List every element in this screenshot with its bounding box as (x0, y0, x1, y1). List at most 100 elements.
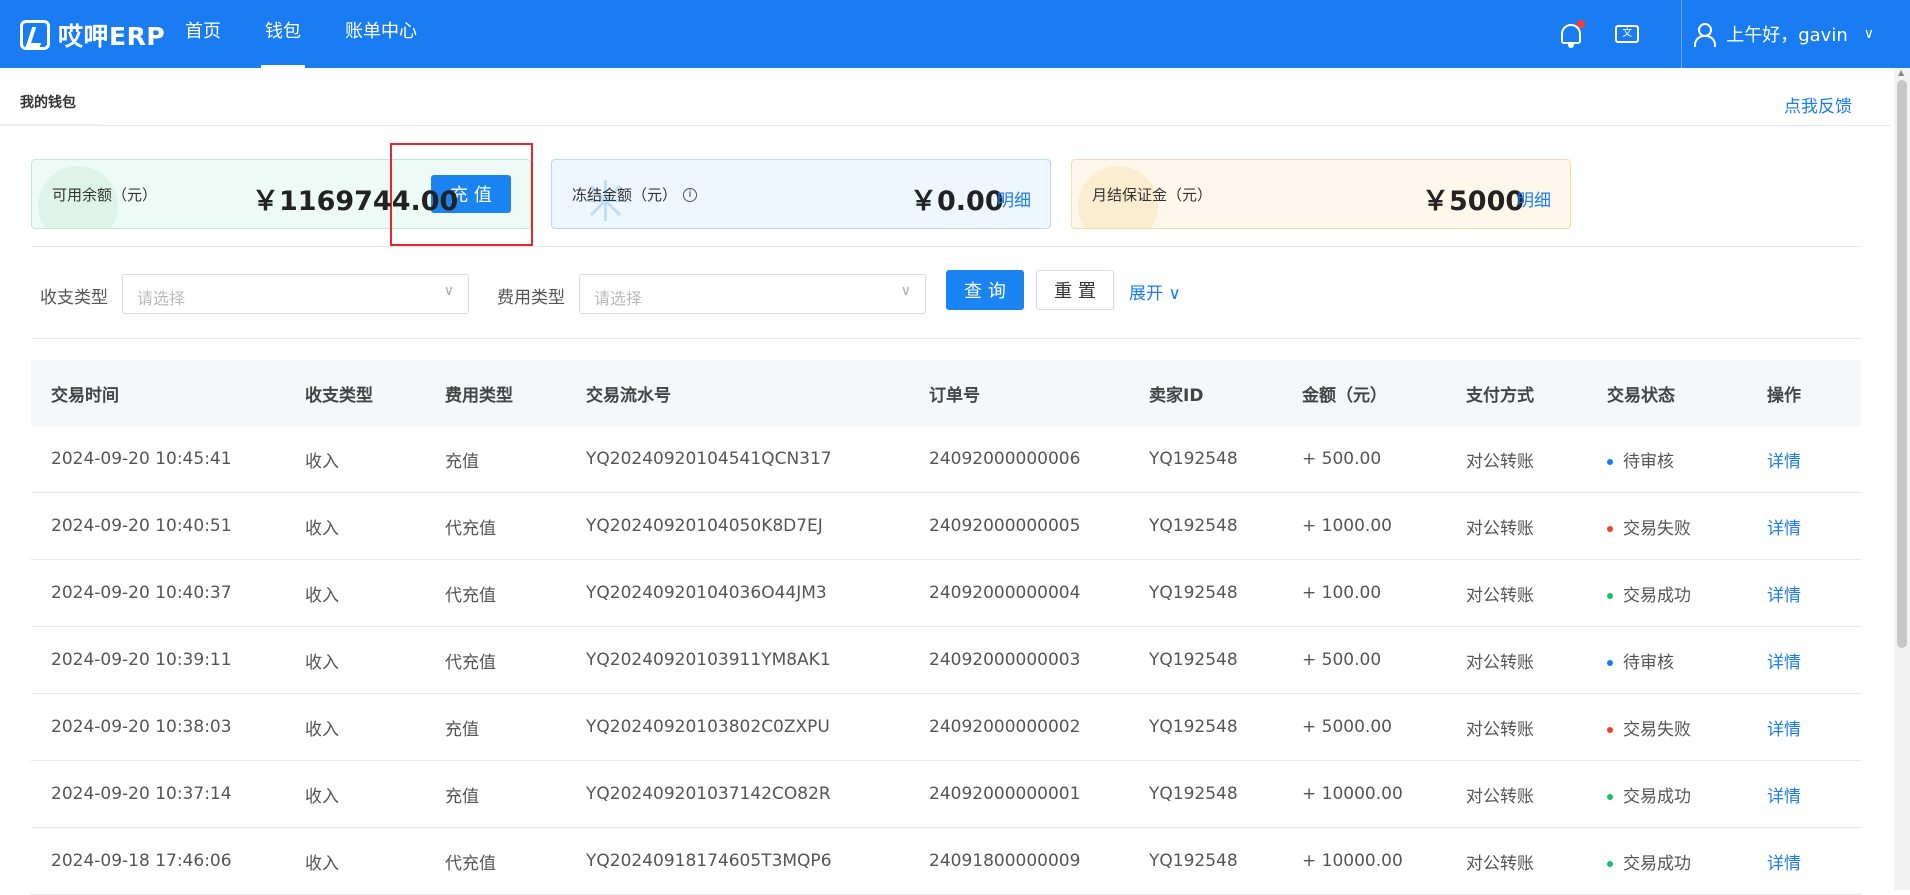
notification-button[interactable] (1543, 0, 1599, 68)
deposit-amount: ￥5000 (1422, 186, 1525, 217)
detail-link[interactable]: 详情 (1747, 648, 1861, 673)
header-actions: 文 上午好，gavin ∨ (1543, 0, 1910, 68)
cell-status: 待审核 (1587, 447, 1747, 472)
filter-divider (31, 338, 1861, 339)
cell-seller: YQ192548 (1149, 717, 1238, 737)
cell-fee-type: 充值 (445, 786, 479, 807)
cell-amount: + 10000.00 (1302, 784, 1403, 804)
status-text: 交易成功 (1623, 585, 1691, 606)
table-row: 2024-09-20 10:39:11 收入 代充值 YQ20240920103911… (31, 627, 1861, 694)
cell-fee-type: 充值 (445, 451, 479, 472)
cell-status: 待审核 (1587, 648, 1747, 673)
fee-type-select[interactable]: 请选择 ∨ (579, 274, 926, 314)
expand-label: 展开 (1129, 284, 1163, 304)
cell-seller: YQ192548 (1149, 583, 1238, 603)
cell-seller: YQ192548 (1149, 516, 1238, 536)
cell-fee-type: 代充值 (445, 853, 496, 874)
cell-time: 2024-09-18 17:46:06 (51, 851, 232, 871)
info-icon[interactable]: i (683, 188, 698, 202)
status-dot-icon (1607, 458, 1613, 465)
page-scrollbar[interactable]: ▲ (1894, 68, 1910, 890)
nav-item-home[interactable]: 首页 (163, 0, 243, 68)
detail-link[interactable]: 详情 (1747, 715, 1861, 740)
table-row: 2024-09-20 10:38:03 收入 充值 YQ20240920103802C… (31, 694, 1861, 761)
cell-payment: 对公转账 (1466, 451, 1534, 472)
frozen-amount-card: ✳ 冻结金额（元） i ￥0.00 明细 (551, 159, 1051, 229)
section-divider (31, 246, 1861, 247)
col-header-status: 交易状态 (1607, 385, 1675, 406)
col-header-serial: 交易流水号 (586, 385, 671, 406)
cell-time: 2024-09-20 10:40:51 (51, 516, 232, 536)
scrollbar-thumb[interactable] (1897, 80, 1907, 648)
frozen-amount-value: ￥0.00 (910, 186, 1004, 217)
cell-fee-type: 代充值 (445, 652, 496, 673)
status-dot-icon (1607, 860, 1613, 867)
app-logo[interactable]: 哎呷ERP (20, 18, 165, 52)
language-icon: 文 (1615, 25, 1640, 43)
frozen-detail-link[interactable]: 明细 (997, 186, 1031, 211)
col-header-seller: 卖家ID (1149, 385, 1204, 406)
scroll-up-icon[interactable]: ▲ (1898, 68, 1904, 77)
cell-order: 24092000000003 (929, 650, 1081, 670)
detail-link[interactable]: 详情 (1747, 849, 1861, 874)
cell-status: 交易失败 (1587, 715, 1747, 740)
col-header-fee-type: 费用类型 (445, 385, 513, 406)
fee-type-placeholder: 请选择 (594, 289, 643, 308)
cell-amount: + 1000.00 (1302, 516, 1392, 536)
frozen-amount-label: 冻结金额（元） i (572, 184, 698, 205)
income-type-select[interactable]: 请选择 ∨ (122, 274, 469, 314)
tab-my-wallet[interactable]: 我的钱包 (20, 92, 76, 112)
reset-button[interactable]: 重 置 (1036, 270, 1114, 310)
available-balance-label: 可用余额（元） (52, 185, 158, 204)
detail-link[interactable]: 详情 (1747, 581, 1861, 606)
fee-type-label: 费用类型 (497, 288, 565, 308)
income-type-placeholder: 请选择 (137, 289, 186, 308)
table-row: 2024-09-20 10:40:51 收入 代充值 YQ20240920104050… (31, 493, 1861, 560)
expand-filters-link[interactable]: 展开 ∨ (1129, 279, 1181, 304)
status-text: 交易成功 (1623, 853, 1691, 874)
cell-seller: YQ192548 (1149, 650, 1238, 670)
table-body: 2024-09-20 10:45:41 收入 充值 YQ20240920104541Q… (31, 426, 1861, 895)
cell-time: 2024-09-20 10:37:14 (51, 784, 232, 804)
cell-payment: 对公转账 (1466, 518, 1534, 539)
language-button[interactable]: 文 (1599, 0, 1655, 68)
cell-seller: YQ192548 (1149, 784, 1238, 804)
chevron-down-icon: ∨ (900, 283, 911, 299)
status-dot-icon (1607, 659, 1613, 666)
cell-time: 2024-09-20 10:39:11 (51, 650, 232, 670)
col-header-time: 交易时间 (51, 385, 119, 406)
frozen-amount-label-text: 冻结金额（元） (572, 185, 678, 204)
chevron-down-icon: ∨ (1863, 26, 1874, 42)
cell-fee-type: 代充值 (445, 585, 496, 606)
cell-fee-type: 代充值 (445, 518, 496, 539)
chevron-down-icon: ∨ (1168, 284, 1181, 304)
cell-payment: 对公转账 (1466, 585, 1534, 606)
cell-time: 2024-09-20 10:38:03 (51, 717, 232, 737)
user-icon (1694, 23, 1717, 47)
page-tab-bar: 我的钱包 点我反馈 (0, 68, 1890, 126)
main-nav: 首页 钱包 账单中心 (163, 0, 439, 68)
detail-link[interactable]: 详情 (1747, 447, 1861, 472)
deposit-card: 月结保证金（元） ￥5000 明细 (1071, 159, 1571, 229)
detail-link[interactable]: 详情 (1747, 782, 1861, 807)
deposit-detail-link[interactable]: 明细 (1517, 186, 1551, 211)
available-balance-amount: ￥1169744.00 (252, 186, 459, 217)
table-header: 交易时间 收支类型 费用类型 交易流水号 订单号 卖家ID 金额（元） 支付方式… (31, 360, 1861, 426)
cell-seller: YQ192548 (1149, 851, 1238, 871)
cell-payment: 对公转账 (1466, 719, 1534, 740)
nav-item-bill-center[interactable]: 账单中心 (323, 0, 439, 68)
cell-order: 24092000000004 (929, 583, 1081, 603)
cell-fee-type: 充值 (445, 719, 479, 740)
cell-time: 2024-09-20 10:45:41 (51, 449, 232, 469)
cell-io-type: 收入 (305, 853, 339, 874)
feedback-link[interactable]: 点我反馈 (1784, 92, 1852, 117)
query-button[interactable]: 查 询 (946, 270, 1024, 310)
cell-seller: YQ192548 (1149, 449, 1238, 469)
user-menu[interactable]: 上午好，gavin ∨ (1694, 21, 1910, 47)
cell-order: 24092000000005 (929, 516, 1081, 536)
nav-item-wallet[interactable]: 钱包 (243, 0, 323, 68)
cell-order: 24092000000002 (929, 717, 1081, 737)
detail-link[interactable]: 详情 (1747, 514, 1861, 539)
cell-io-type: 收入 (305, 786, 339, 807)
cell-status: 交易成功 (1587, 849, 1747, 874)
